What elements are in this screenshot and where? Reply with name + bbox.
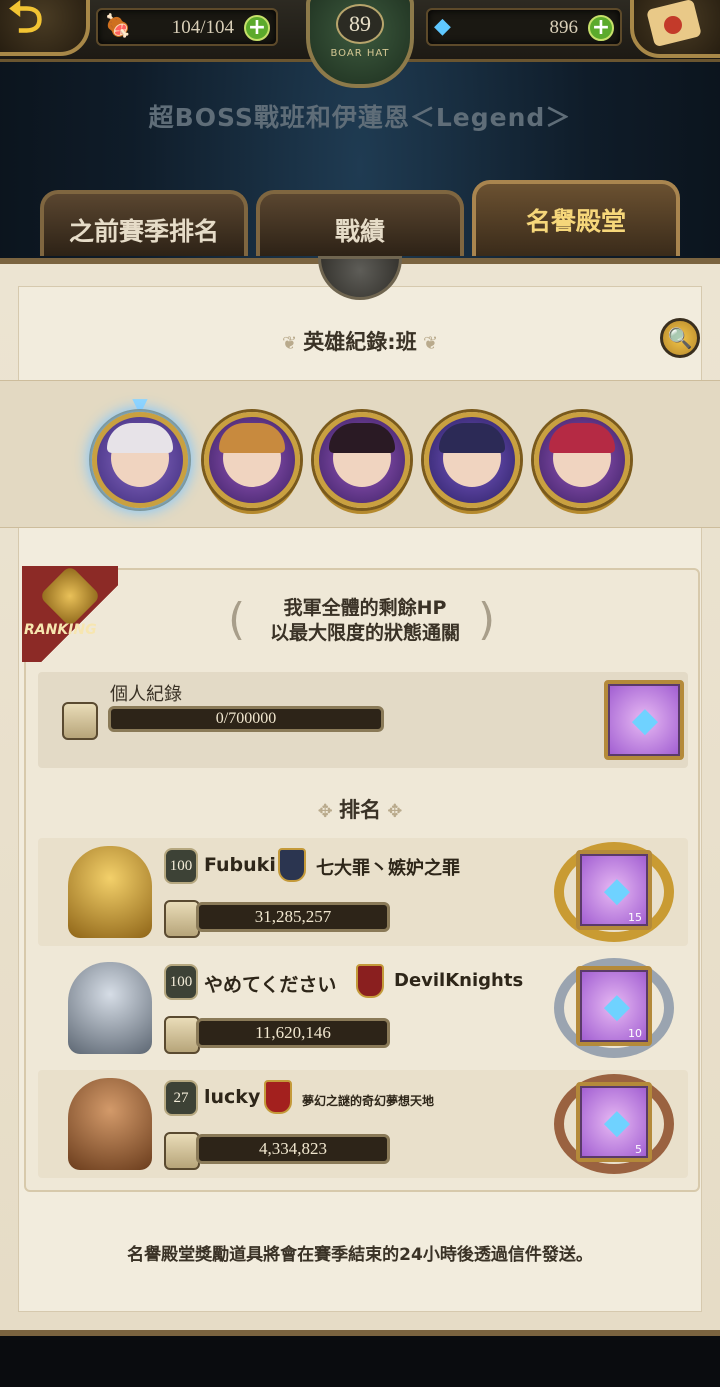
hero-portrait-2[interactable] <box>204 412 300 508</box>
reward-delivery-note: 名譽殿堂獎勵道具將會在賽季結束的24小時後透過信件發送。 <box>127 1245 593 1265</box>
player-name: やめてください <box>204 974 337 996</box>
hero-hair <box>329 423 395 453</box>
ranking-title: ✥ 排名 ✥ <box>0 794 720 824</box>
gem-value: 896 <box>549 17 579 38</box>
diamond-icon: ◆ <box>603 870 631 910</box>
ranking-ribbon: RANKING <box>22 564 118 662</box>
stamina-value: 104/104 <box>171 17 234 38</box>
player-level-emblem[interactable]: 89 BOAR HAT <box>306 0 414 88</box>
rank-reward[interactable]: ◆ 10 <box>576 966 652 1046</box>
hero-portrait-4[interactable] <box>424 412 520 508</box>
hero-record-title: ❦ 英雄紀錄:班 ❦ <box>0 326 720 356</box>
fleur-right-icon: ❦ <box>416 333 439 354</box>
ranking-condition: 我軍全體的剩餘HP 以最大限度的狀態通關 <box>230 596 500 646</box>
top-bar: ⮌ 🍖 104/104 + 89 BOAR HAT ◆ 896 + <box>0 0 720 88</box>
add-gems-button[interactable]: + <box>588 15 614 41</box>
add-stamina-button[interactable]: + <box>244 15 270 41</box>
guild-name: 七大罪丶嫉妒之罪 <box>316 858 460 879</box>
ranking-row-2[interactable]: 100 やめてください DevilKnights 11,620,146 ◆ 10 <box>38 954 688 1062</box>
guild-banner-icon <box>264 1080 292 1114</box>
scroll-icon <box>164 900 200 938</box>
fleur-right-icon: ✥ <box>381 801 403 822</box>
player-score-bar: 31,285,257 <box>196 902 390 932</box>
stamina-counter: 🍖 104/104 + <box>96 8 278 46</box>
ranking-row-3[interactable]: 27 lucky 夢幻之謎的奇幻夢想天地 4,334,823 ◆ 5 <box>38 1070 688 1178</box>
player-level: 89 <box>336 4 384 44</box>
bottom-area <box>0 1336 720 1387</box>
guild-banner-icon <box>278 848 306 882</box>
stage-title: 超BOSS戰班和伊蓮恩＜Legend＞ <box>148 103 572 132</box>
ranking-ribbon-label: RANKING <box>24 622 97 638</box>
condition-line-1: 我軍全體的剩餘HP <box>283 597 447 619</box>
gem-counter: ◆ 896 + <box>426 8 622 46</box>
guild-banner-icon <box>356 964 384 998</box>
personal-record: 個人紀錄 0/700000 ◆ <box>38 672 688 768</box>
reward-quantity: 10 <box>628 1027 642 1040</box>
hero-portrait-3[interactable] <box>314 412 410 508</box>
player-name: Fubuki <box>204 854 276 876</box>
rank-reward[interactable]: ◆ 5 <box>576 1082 652 1162</box>
wax-seal-icon <box>664 16 682 34</box>
guild-name: 夢幻之謎的奇幻夢想天地 <box>302 1094 435 1108</box>
ranking-row-1[interactable]: 100 Fubuki 七大罪丶嫉妒之罪 31,285,257 ◆ 15 <box>38 838 688 946</box>
reward-quantity: 5 <box>635 1143 642 1156</box>
player-score-bar: 11,620,146 <box>196 1018 390 1048</box>
hero-hair <box>549 423 615 453</box>
tab-hall-of-fame[interactable]: 名譽殿堂 <box>472 180 680 256</box>
scroll-icon <box>164 1132 200 1170</box>
tab-previous-season[interactable]: 之前賽季排名 <box>40 190 248 256</box>
diamond-icon: ◆ <box>631 700 659 740</box>
reward-quantity: 15 <box>628 911 642 924</box>
hero-portrait-1[interactable] <box>92 412 188 508</box>
gold-trophy-icon <box>68 846 152 938</box>
hero-portrait-5[interactable] <box>534 412 630 508</box>
player-level-badge: 100 <box>164 964 198 1000</box>
emblem-label: BOAR HAT <box>330 48 390 59</box>
fleur-left-icon: ✥ <box>317 801 339 822</box>
hero-hair <box>439 423 505 453</box>
diamond-icon: ◆ <box>603 1102 631 1142</box>
app-screen: ⮌ 🍖 104/104 + 89 BOAR HAT ◆ 896 + 超BOSS戰… <box>0 0 720 1387</box>
personal-record-label: 個人紀錄 <box>110 684 182 705</box>
player-level-badge: 27 <box>164 1080 198 1116</box>
magnifier-icon: 🔍 <box>667 326 693 350</box>
silver-trophy-icon <box>68 962 152 1054</box>
rank-reward[interactable]: ◆ 15 <box>576 850 652 930</box>
diamond-icon: ◆ <box>603 986 631 1026</box>
player-score-bar: 4,334,823 <box>196 1134 390 1164</box>
search-button[interactable]: 🔍 <box>660 318 700 358</box>
scroll-icon <box>62 702 98 740</box>
hero-record-label: 英雄紀錄:班 <box>303 330 417 354</box>
scroll-icon <box>164 1016 200 1054</box>
player-name: lucky <box>204 1086 261 1108</box>
back-arrow-icon: ⮌ <box>8 0 44 43</box>
hero-hair <box>219 423 285 453</box>
hero-hair <box>107 423 173 453</box>
player-level-badge: 100 <box>164 848 198 884</box>
ranking-crest-icon <box>38 564 102 628</box>
back-button[interactable]: ⮌ <box>0 0 90 56</box>
personal-reward[interactable]: ◆ <box>604 680 684 760</box>
fleur-left-icon: ❦ <box>281 333 304 354</box>
bronze-trophy-icon <box>68 1078 152 1170</box>
personal-score-bar: 0/700000 <box>108 706 384 732</box>
condition-line-2: 以最大限度的狀態通關 <box>269 622 460 644</box>
tab-battle-record[interactable]: 戰績 <box>256 190 464 256</box>
mail-button[interactable] <box>630 0 720 58</box>
ranking-title-label: 排名 <box>339 798 381 822</box>
stamina-icon: 🍖 <box>104 14 132 39</box>
diamond-icon: ◆ <box>434 14 451 39</box>
guild-name: DevilKnights <box>394 970 524 991</box>
